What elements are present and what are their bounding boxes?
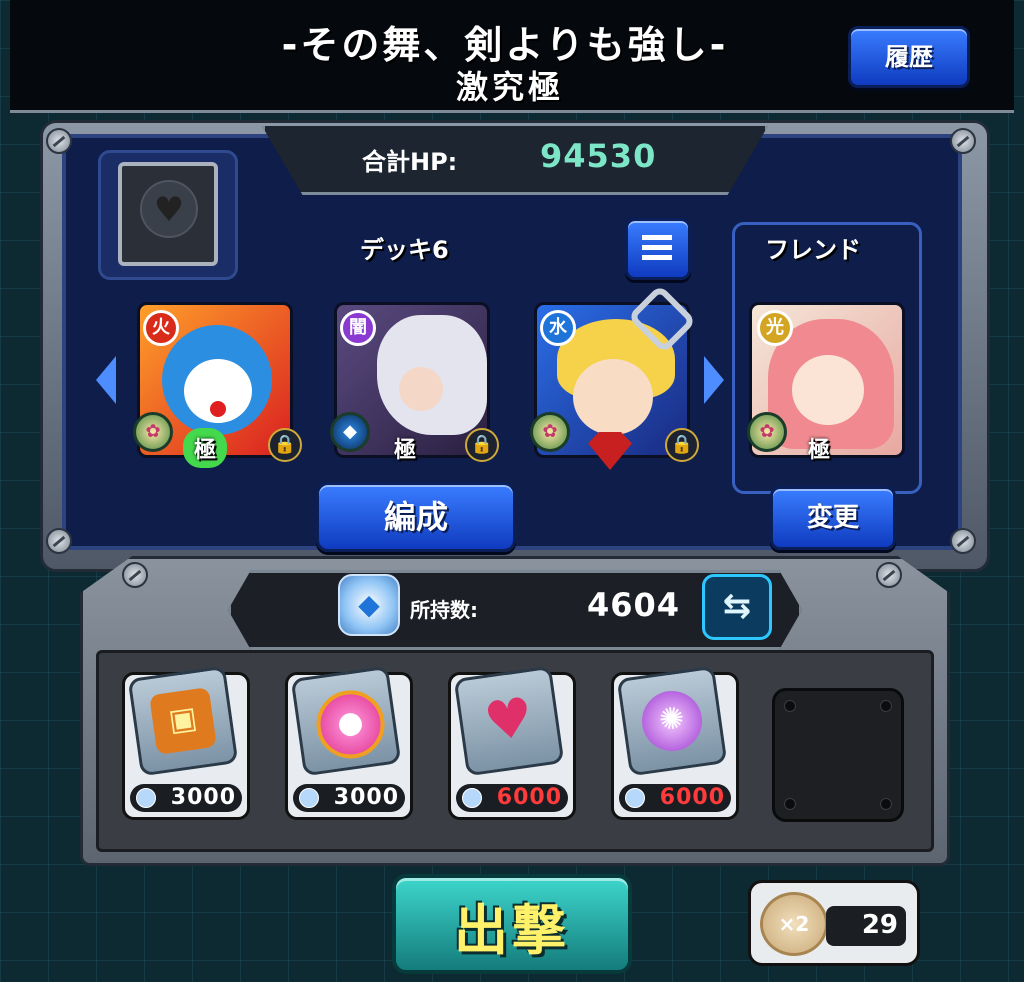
speed-orb-icon: ●	[312, 686, 389, 763]
list-icon	[642, 235, 672, 261]
lotus-badge-icon: ✿	[530, 412, 570, 452]
lock-icon[interactable]: 🔒	[465, 428, 499, 462]
total-hp-label: 合計HP:	[362, 148, 458, 176]
history-button[interactable]: 履歴	[848, 26, 970, 88]
item-price-value: 6000	[496, 785, 562, 810]
item-price: 3000	[130, 784, 242, 812]
item-icon-frame: ▣	[127, 665, 239, 777]
total-hp-plate	[262, 126, 768, 195]
screw-icon	[46, 128, 72, 154]
boost-count: 29	[861, 910, 898, 940]
orb-coin-icon	[625, 788, 645, 808]
swap-icon[interactable]: ⇆	[702, 574, 772, 640]
lotus-badge-icon: ✿	[747, 412, 787, 452]
quest-difficulty: 激究極	[455, 68, 564, 106]
friend-label: フレンド	[765, 236, 861, 264]
item-price-value: 3000	[170, 785, 236, 810]
item-price: 3000	[293, 784, 405, 812]
screw-icon	[876, 562, 902, 588]
screw-icon	[950, 128, 976, 154]
rivet-icon	[880, 798, 892, 810]
sortie-label: 出撃	[454, 899, 570, 962]
change-friend-button[interactable]: 変更	[770, 486, 896, 550]
deck-list-button[interactable]	[625, 218, 691, 280]
character-portrait-face	[792, 355, 864, 425]
lock-icon[interactable]: 🔒	[665, 428, 699, 462]
goku-badge: 極	[808, 438, 831, 463]
total-hp-value: 94530	[540, 137, 657, 175]
rivet-icon	[784, 700, 796, 712]
orb-coin-icon	[462, 788, 482, 808]
item-icon-frame: ●	[290, 665, 402, 777]
orb-coin-icon	[299, 788, 319, 808]
rivet-icon	[784, 798, 796, 810]
quest-title: -その舞、剣よりも強し-	[281, 23, 729, 67]
owned-value: 4604	[586, 586, 680, 624]
character-portrait-face	[399, 367, 443, 411]
lotus-badge-icon: ✿	[133, 412, 173, 452]
treasure-chest-icon: ▣	[149, 687, 217, 755]
item-icon-frame: ♥	[453, 665, 565, 777]
next-deck-arrow-icon[interactable]	[704, 356, 724, 404]
owned-label: 所持数:	[410, 598, 478, 622]
light-element-icon: 光	[757, 310, 793, 346]
item-price: 6000	[619, 784, 731, 812]
orb-icon: ◆	[338, 574, 400, 636]
goku-badge: 極	[394, 438, 417, 463]
deck-label: デッキ6	[360, 236, 449, 264]
heart-icon: ♥	[140, 180, 198, 238]
fire-element-icon: 火	[143, 310, 179, 346]
purple-burst-icon: ✺	[638, 687, 706, 755]
character-portrait-nose	[210, 401, 226, 417]
water-element-icon: 水	[540, 310, 576, 346]
edit-party-button[interactable]: 編成	[316, 482, 516, 552]
orb-coin-icon	[136, 788, 156, 808]
boost-coin-icon: ×2	[760, 892, 828, 956]
prev-deck-arrow-icon[interactable]	[96, 356, 116, 404]
water-badge-icon: ◆	[330, 412, 370, 452]
item-price: 6000	[456, 784, 568, 812]
screw-icon	[122, 562, 148, 588]
goku-badge: 極	[194, 438, 217, 463]
character-portrait-face	[573, 359, 653, 435]
dark-element-icon: 闇	[340, 310, 376, 346]
screw-icon	[46, 528, 72, 554]
rivet-icon	[880, 700, 892, 712]
lock-icon[interactable]: 🔒	[268, 428, 302, 462]
item-icon-frame: ✺	[616, 665, 728, 777]
item-price-value: 3000	[333, 785, 399, 810]
screw-icon	[950, 528, 976, 554]
item-price-value: 6000	[659, 785, 725, 810]
heart-plus-icon: ♥	[480, 684, 538, 755]
